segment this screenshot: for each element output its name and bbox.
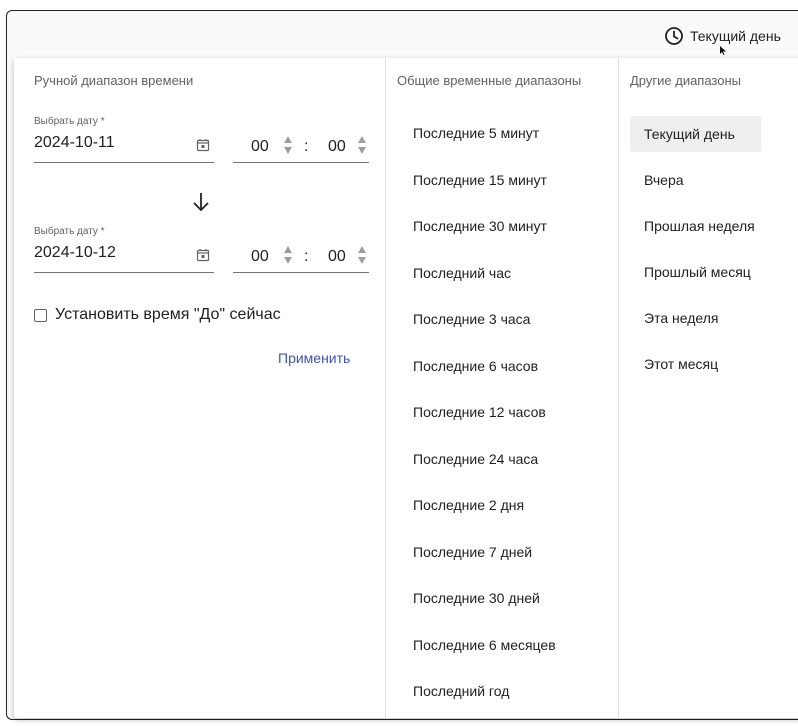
to-date-field[interactable]: Выбрать дату * 2024-10-12 (34, 226, 214, 273)
manual-range-title: Ручной диапазон времени (34, 73, 194, 88)
common-ranges-title: Общие временные диапазоны (397, 73, 582, 88)
range-item[interactable]: Последние 6 месяцев (386, 622, 619, 669)
other-range-item[interactable]: Вчера (630, 162, 798, 208)
to-time-field: 00 : 00 (233, 226, 369, 273)
other-ranges-column: Другие диапазоны Текущий день Вчера Прош… (618, 58, 798, 718)
to-date-value: 2024-10-12 (34, 244, 116, 261)
range-item[interactable]: Последние 6 часов (386, 343, 619, 390)
calendar-icon[interactable] (196, 248, 210, 262)
minutes-spinner-icon[interactable] (357, 134, 367, 156)
hours-spinner-icon[interactable] (283, 134, 293, 156)
time-separator: : (304, 248, 309, 265)
range-item[interactable]: Последние 5 минут (386, 110, 619, 157)
range-item[interactable]: Последние 30 минут (386, 203, 619, 250)
to-hours-input[interactable]: 00 (251, 248, 269, 266)
set-to-now-checkbox[interactable] (34, 308, 47, 322)
time-range-dropdown: Ручной диапазон времени Выбрать дату * 2… (14, 58, 798, 718)
from-time-field: 00 : 00 (233, 116, 369, 163)
range-item[interactable]: Последний час (386, 250, 619, 297)
other-range-item[interactable]: Прошлая неделя (630, 208, 798, 254)
range-item[interactable]: Последние 15 минут (386, 157, 619, 204)
other-range-item[interactable]: Эта неделя (630, 300, 798, 346)
range-item[interactable]: Последние 2 дня (386, 482, 619, 529)
common-ranges-column: Общие временные диапазоны Последние 5 ми… (385, 58, 619, 718)
clock-icon (665, 27, 683, 45)
time-range-trigger[interactable]: Текущий день (664, 26, 781, 46)
range-item[interactable]: Последний год (386, 668, 619, 715)
set-to-now-label: Установить время "До" сейчас (55, 306, 281, 323)
range-item[interactable]: Последние 24 часа (386, 436, 619, 483)
arrow-down-icon (193, 193, 209, 212)
calendar-icon[interactable] (196, 138, 210, 152)
minutes-spinner-icon[interactable] (357, 244, 367, 266)
common-ranges-list: Последние 5 минут Последние 15 минут Пос… (386, 110, 619, 715)
other-ranges-title: Другие диапазоны (630, 73, 742, 88)
from-minutes-input[interactable]: 00 (328, 138, 346, 156)
time-separator: : (304, 138, 309, 155)
to-minutes-input[interactable]: 00 (328, 248, 346, 266)
range-item[interactable]: Последние 7 дней (386, 529, 619, 576)
range-item[interactable]: Последние 3 часа (386, 296, 619, 343)
from-date-label: Выбрать дату * (34, 116, 105, 127)
from-date-value: 2024-10-11 (34, 134, 115, 151)
mouse-cursor-icon (720, 46, 726, 55)
range-item[interactable]: Последние 12 часов (386, 389, 619, 436)
apply-button[interactable]: Применить (278, 350, 350, 366)
other-range-item[interactable]: Прошлый месяц (630, 254, 798, 300)
other-ranges-list: Текущий день Вчера Прошлая неделя Прошлы… (630, 116, 798, 392)
set-to-now-checkbox-row[interactable]: Установить время "До" сейчас (34, 306, 281, 324)
from-date-field[interactable]: Выбрать дату * 2024-10-11 (34, 116, 214, 163)
other-range-item[interactable]: Этот месяц (630, 346, 798, 392)
from-hours-input[interactable]: 00 (251, 138, 269, 156)
manual-range-column: Ручной диапазон времени Выбрать дату * 2… (14, 58, 385, 718)
hours-spinner-icon[interactable] (283, 244, 293, 266)
time-range-trigger-label: Текущий день (690, 28, 781, 44)
other-range-item-current-day[interactable]: Текущий день (630, 116, 798, 162)
range-item[interactable]: Последние 30 дней (386, 575, 619, 622)
to-date-label: Выбрать дату * (34, 226, 105, 237)
